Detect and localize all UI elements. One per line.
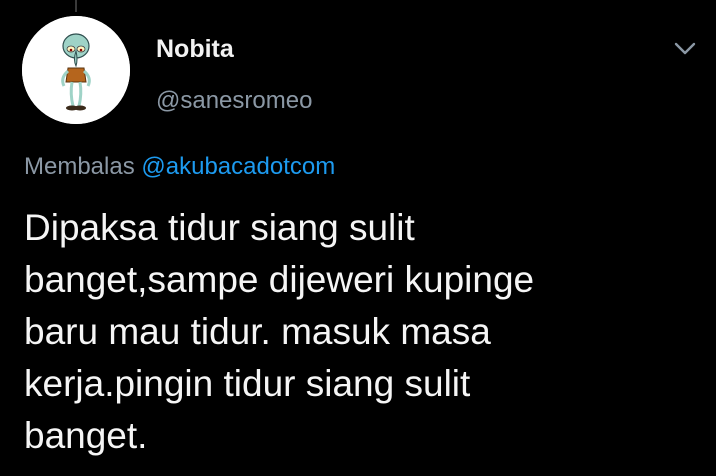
thread-connector-line: [75, 0, 77, 12]
squidward-avatar-icon: [22, 16, 130, 124]
display-name[interactable]: Nobita: [156, 34, 312, 64]
tweet-text: Dipaksa tidur siang sulit banget,sampe d…: [24, 207, 535, 456]
avatar[interactable]: [22, 16, 130, 124]
tweet-menu-button[interactable]: [668, 32, 702, 66]
chevron-down-icon: [674, 42, 696, 55]
author-block[interactable]: Nobita @sanesromeo: [156, 34, 312, 116]
reply-mention-link[interactable]: @akubacadotcom: [141, 153, 335, 180]
reply-context: Membalas @akubacadotcom: [24, 152, 335, 182]
reply-prefix-label: Membalas: [24, 153, 135, 180]
user-handle[interactable]: @sanesromeo: [156, 86, 312, 116]
